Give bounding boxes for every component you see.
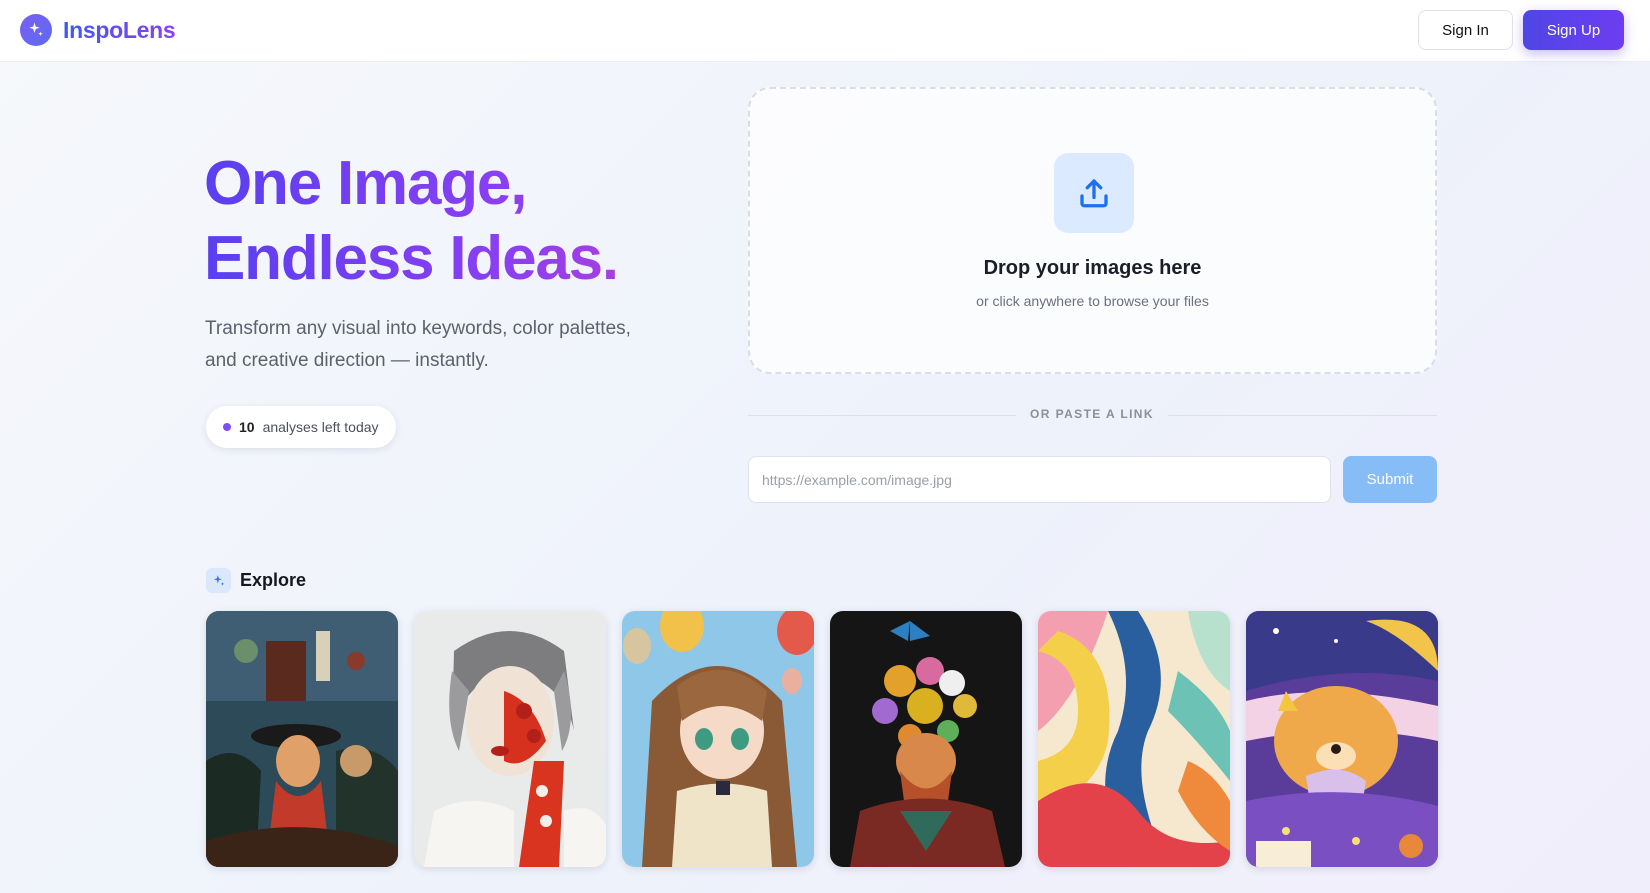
gallery-image-floral-head[interactable] <box>830 611 1022 867</box>
hero-title-line-1: One Image, <box>204 146 724 221</box>
hero-title-line-2: Endless Ideas. <box>204 221 724 296</box>
sign-in-button[interactable]: Sign In <box>1418 10 1513 50</box>
sparkle-logo-icon[interactable] <box>20 14 52 46</box>
submit-button[interactable]: Submit <box>1343 456 1437 503</box>
gallery-image-cozy-puppy[interactable] <box>1246 611 1438 867</box>
dropzone-subtitle: or click anywhere to browse your files <box>976 293 1209 309</box>
top-nav-bar: InspoLens Sign In Sign Up <box>0 0 1650 62</box>
quota-badge: 10 analyses left today <box>206 406 396 448</box>
explore-heading: Explore <box>240 570 307 590</box>
gallery-image-expressionist-cafe[interactable] <box>206 611 398 867</box>
dropzone-title: Drop your images here <box>983 257 1202 279</box>
gallery-image-watercolor-abstract[interactable] <box>1038 611 1230 867</box>
image-url-input[interactable] <box>748 456 1331 503</box>
paste-link-divider-label: OR PASTE A LINK <box>1030 407 1154 421</box>
hero-subtitle: Transform any visual into keywords, colo… <box>205 318 631 371</box>
gallery-image-ink-portrait[interactable] <box>414 611 606 867</box>
sparkle-icon <box>206 568 231 593</box>
quota-label: analyses left today <box>262 419 379 435</box>
status-dot-icon <box>223 423 231 431</box>
sign-up-button[interactable]: Sign Up <box>1523 10 1624 50</box>
divider-line-left <box>748 415 1016 416</box>
divider-line-right <box>1168 415 1437 416</box>
hero-title: One Image, Endless Ideas. <box>204 146 724 296</box>
gallery-image-anime-girl[interactable] <box>622 611 814 867</box>
image-dropzone[interactable]: Drop your images here or click anywhere … <box>748 87 1437 374</box>
brand-name[interactable]: InspoLens <box>63 17 176 44</box>
quota-count: 10 <box>239 419 255 435</box>
upload-icon <box>1054 153 1134 233</box>
